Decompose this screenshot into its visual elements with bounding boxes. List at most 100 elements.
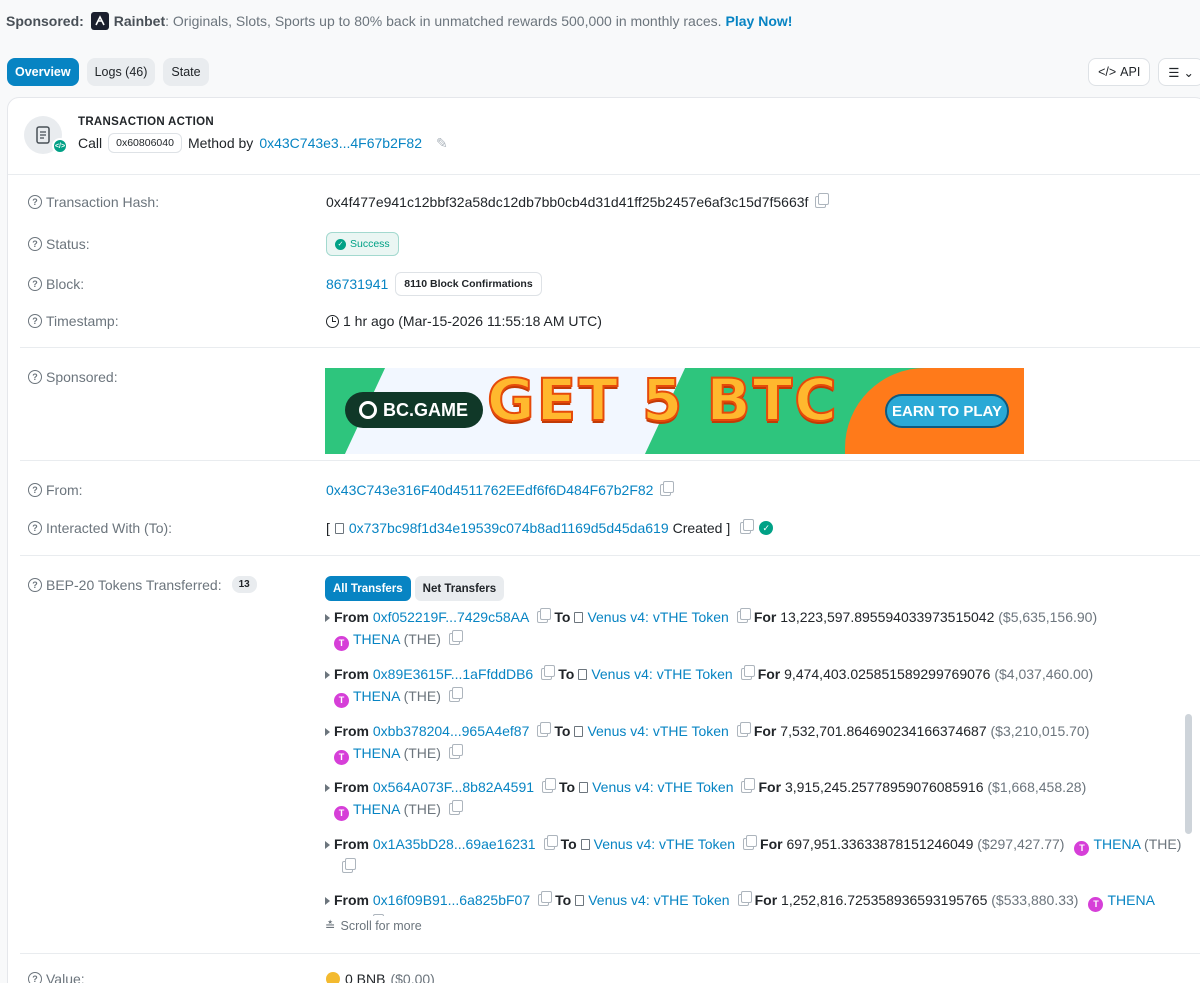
copy-icon[interactable]: [743, 835, 758, 850]
copy-icon[interactable]: [736, 722, 751, 737]
banner-headline: GET 5 BTC: [486, 368, 839, 435]
transfer-from-label: From: [334, 779, 369, 795]
thena-token-icon: T: [334, 636, 349, 651]
divider: [20, 555, 1200, 556]
copy-icon[interactable]: [737, 891, 752, 906]
bcgame-logo-icon: [359, 401, 377, 419]
copy-icon[interactable]: [740, 519, 755, 534]
copy-icon[interactable]: [448, 744, 463, 759]
copy-icon[interactable]: [537, 722, 552, 737]
created-label: Created ]: [672, 520, 731, 536]
help-icon[interactable]: ?: [28, 483, 42, 497]
transfer-from-address[interactable]: 0x16f09B91...6a825bF07: [373, 892, 530, 908]
transfer-from-address[interactable]: 0x1A35bD28...69ae16231: [373, 836, 536, 852]
api-button[interactable]: </> API: [1088, 58, 1151, 86]
to-contract-link[interactable]: 0x737bc98f1d34e19539c074b8ad1169d5d45da6…: [349, 520, 669, 536]
contract-file-icon: [579, 782, 589, 793]
row-transaction-hash: ? Transaction Hash: 0x4f477e941c12bbf32a5…: [28, 193, 1198, 210]
token-name-link[interactable]: THENA: [353, 745, 400, 761]
transfer-usd-value: ($3,210,015.70): [990, 723, 1090, 739]
expand-caret-icon[interactable]: [325, 784, 330, 792]
sponsor-bar: Sponsored: Rainbet : Originals, Slots, S…: [6, 12, 792, 30]
transfers-scrollbar[interactable]: [1185, 714, 1192, 834]
help-icon[interactable]: ?: [28, 521, 42, 535]
expand-caret-icon[interactable]: [325, 671, 330, 679]
help-icon[interactable]: ?: [28, 972, 42, 983]
copy-icon[interactable]: [538, 891, 553, 906]
transfer-from-address[interactable]: 0x89E3615F...1aFfddDB6: [373, 666, 533, 682]
token-name-link[interactable]: THENA: [1093, 836, 1140, 852]
contract-file-icon: [574, 612, 584, 623]
tab-logs[interactable]: Logs (46): [86, 58, 156, 86]
transfer-to-address[interactable]: Venus v4: vTHE Token: [588, 892, 729, 908]
transfer-row: From 0x1A35bD28...69ae16231 To Venus v4: v…: [325, 833, 1185, 878]
value-amount: 0 BNB: [345, 971, 386, 983]
expand-caret-icon[interactable]: [325, 897, 330, 905]
help-icon[interactable]: ?: [28, 237, 42, 251]
copy-icon[interactable]: [537, 608, 552, 623]
help-icon[interactable]: ?: [28, 314, 42, 328]
token-name-link[interactable]: THENA: [353, 688, 400, 704]
copy-icon[interactable]: [815, 193, 830, 208]
tab-state[interactable]: State: [163, 58, 209, 86]
token-symbol: (THE): [325, 915, 362, 916]
token-symbol: (THE): [403, 631, 441, 647]
transfer-to-address[interactable]: Venus v4: vTHE Token: [594, 836, 735, 852]
tab-overview[interactable]: Overview: [7, 58, 79, 86]
copy-icon[interactable]: [736, 608, 751, 623]
transfer-from-label: From: [334, 723, 369, 739]
divider: [20, 460, 1200, 461]
pencil-icon[interactable]: ✎: [436, 135, 448, 152]
verified-check-icon: ✓: [759, 521, 774, 535]
tokens-count-badge: 13: [231, 576, 257, 593]
transfer-from-address[interactable]: 0x564A073F...8b82A4591: [373, 779, 534, 795]
scroll-for-more[interactable]: ≛ Scroll for more: [325, 918, 422, 934]
copy-icon[interactable]: [542, 778, 557, 793]
copy-icon[interactable]: [741, 778, 756, 793]
transfer-usd-value: ($5,635,156.90): [998, 609, 1098, 625]
from-address-link[interactable]: 0x43C743e316F40d4511762EEdf6f6D484F67b2F…: [326, 482, 653, 498]
earn-to-play-button[interactable]: EARN TO PLAY: [885, 394, 1009, 428]
copy-icon[interactable]: [543, 835, 558, 850]
help-icon[interactable]: ?: [28, 577, 42, 592]
expand-caret-icon[interactable]: [325, 841, 330, 849]
bcgame-banner-ad[interactable]: BC.GAME GET 5 BTC EARN TO PLAY: [325, 368, 1024, 454]
copy-icon[interactable]: [448, 800, 463, 815]
transfer-to-address[interactable]: Venus v4: vTHE Token: [587, 723, 728, 739]
copy-icon[interactable]: [448, 687, 463, 702]
contract-file-icon: [575, 895, 585, 906]
sponsor-brand: Rainbet: [113, 13, 166, 29]
copy-icon[interactable]: [660, 481, 675, 496]
copy-icon[interactable]: [448, 630, 463, 645]
help-icon[interactable]: ?: [28, 277, 42, 291]
play-now-link[interactable]: Play Now!: [726, 13, 793, 29]
transfer-to-address[interactable]: Venus v4: vTHE Token: [592, 779, 733, 795]
help-icon[interactable]: ?: [28, 370, 42, 384]
token-name-link[interactable]: THENA: [353, 801, 400, 817]
transfer-from-address[interactable]: 0xbb378204...965A4ef87: [373, 723, 529, 739]
transfer-amount: 697,951.33633878151246049: [786, 836, 974, 852]
block-number-link[interactable]: 86731941: [326, 276, 388, 292]
copy-icon[interactable]: [342, 858, 356, 873]
method-by-label: Method by: [187, 135, 254, 151]
all-transfers-button[interactable]: All Transfers: [325, 576, 411, 601]
help-icon[interactable]: ?: [28, 195, 42, 209]
net-transfers-button[interactable]: Net Transfers: [414, 576, 505, 601]
transfer-from-address[interactable]: 0xf052219F...7429c58AA: [373, 609, 529, 625]
options-dropdown[interactable]: ☰ ⌄: [1158, 58, 1200, 86]
transfer-for-label: For: [753, 609, 777, 625]
transfer-to-label: To: [559, 779, 576, 795]
token-name-link[interactable]: THENA: [1107, 892, 1154, 908]
copy-icon[interactable]: [740, 665, 755, 680]
expand-caret-icon[interactable]: [325, 728, 330, 736]
label-block: Block:: [46, 276, 85, 292]
transfer-to-address[interactable]: Venus v4: vTHE Token: [591, 666, 732, 682]
token-name-link[interactable]: THENA: [353, 631, 400, 647]
transaction-action-box: </> TRANSACTION ACTION Call 0x60806040 M…: [24, 108, 1200, 170]
row-tokens-transferred: ? BEP-20 Tokens Transferred: 13: [28, 576, 1198, 593]
copy-icon[interactable]: [541, 665, 556, 680]
divider: [20, 347, 1200, 348]
transfer-to-address[interactable]: Venus v4: vTHE Token: [587, 609, 728, 625]
caller-address-link[interactable]: 0x43C743e3...4F67b2F82: [259, 135, 422, 151]
expand-caret-icon[interactable]: [325, 614, 330, 622]
